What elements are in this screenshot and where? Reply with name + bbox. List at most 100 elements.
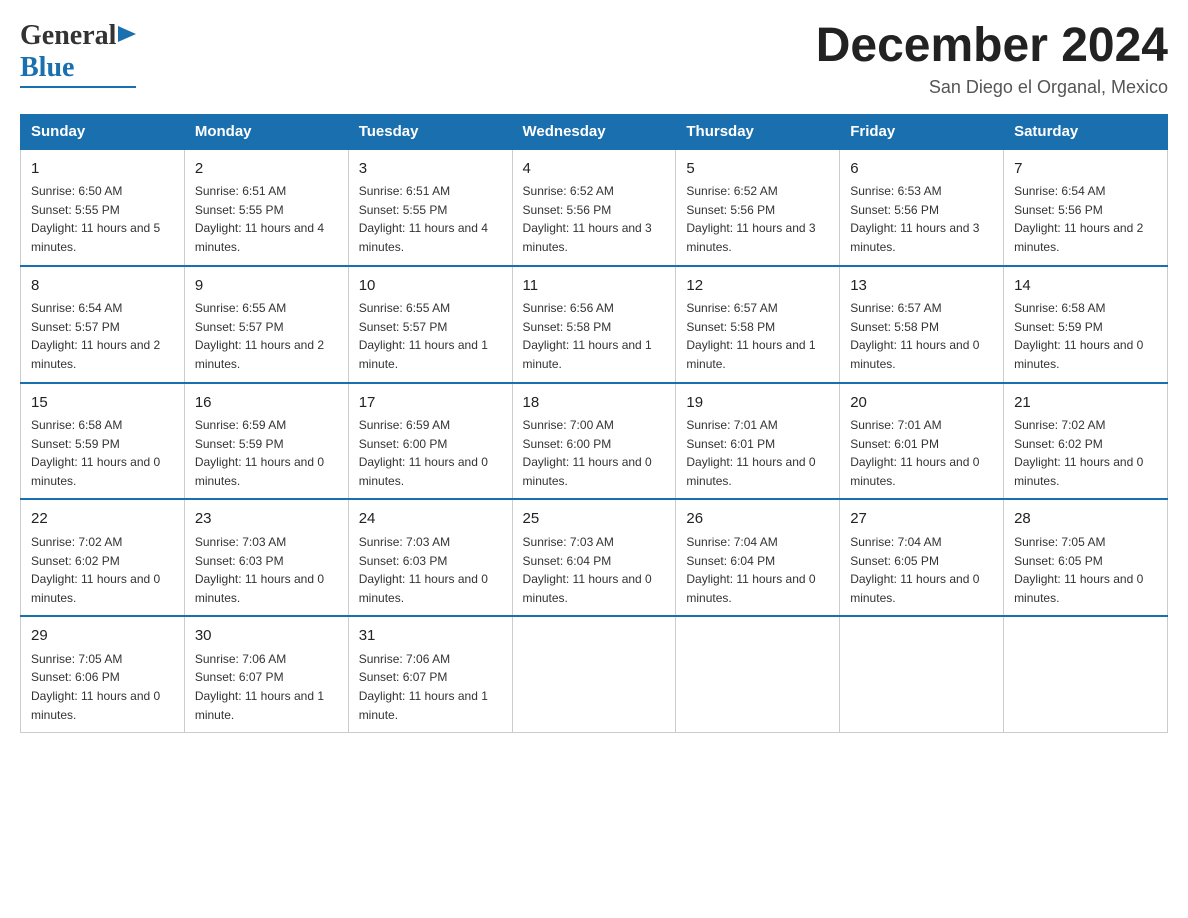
- sunset-label: Sunset: 5:57 PM: [195, 320, 284, 334]
- calendar-week-row: 15 Sunrise: 6:58 AM Sunset: 5:59 PM Dayl…: [21, 383, 1168, 500]
- calendar-day-cell: 3 Sunrise: 6:51 AM Sunset: 5:55 PM Dayli…: [348, 149, 512, 266]
- calendar-day-cell: 5 Sunrise: 6:52 AM Sunset: 5:56 PM Dayli…: [676, 149, 840, 266]
- calendar-day-cell: 18 Sunrise: 7:00 AM Sunset: 6:00 PM Dayl…: [512, 383, 676, 500]
- daylight-label: Daylight: 11 hours and 1 minute.: [523, 338, 652, 371]
- calendar-week-row: 29 Sunrise: 7:05 AM Sunset: 6:06 PM Dayl…: [21, 616, 1168, 732]
- day-number: 19: [686, 392, 829, 415]
- calendar-day-cell: 6 Sunrise: 6:53 AM Sunset: 5:56 PM Dayli…: [840, 149, 1004, 266]
- day-number: 6: [850, 158, 993, 181]
- sunset-label: Sunset: 6:02 PM: [1014, 437, 1103, 451]
- daylight-label: Daylight: 11 hours and 0 minutes.: [1014, 572, 1143, 605]
- daylight-label: Daylight: 11 hours and 2 minutes.: [31, 338, 160, 371]
- sunrise-label: Sunrise: 7:05 AM: [1014, 535, 1105, 549]
- sunset-label: Sunset: 6:01 PM: [850, 437, 939, 451]
- calendar-header-thursday: Thursday: [676, 114, 840, 149]
- sunrise-label: Sunrise: 7:04 AM: [686, 535, 777, 549]
- daylight-label: Daylight: 11 hours and 1 minute.: [195, 689, 324, 722]
- sunrise-label: Sunrise: 6:54 AM: [31, 301, 122, 315]
- day-number: 25: [523, 508, 666, 531]
- day-number: 27: [850, 508, 993, 531]
- page-header: General Blue December 2024 San Diego el …: [20, 20, 1168, 98]
- calendar-week-row: 22 Sunrise: 7:02 AM Sunset: 6:02 PM Dayl…: [21, 499, 1168, 616]
- calendar-header-tuesday: Tuesday: [348, 114, 512, 149]
- day-info: Sunrise: 7:06 AM Sunset: 6:07 PM Dayligh…: [359, 650, 502, 724]
- sunrise-label: Sunrise: 6:51 AM: [195, 184, 286, 198]
- day-info: Sunrise: 6:53 AM Sunset: 5:56 PM Dayligh…: [850, 182, 993, 256]
- day-info: Sunrise: 6:59 AM Sunset: 6:00 PM Dayligh…: [359, 416, 502, 490]
- day-number: 16: [195, 392, 338, 415]
- day-info: Sunrise: 6:59 AM Sunset: 5:59 PM Dayligh…: [195, 416, 338, 490]
- day-number: 22: [31, 508, 174, 531]
- sunset-label: Sunset: 6:03 PM: [195, 554, 284, 568]
- daylight-label: Daylight: 11 hours and 0 minutes.: [523, 572, 652, 605]
- daylight-label: Daylight: 11 hours and 0 minutes.: [850, 455, 979, 488]
- daylight-label: Daylight: 11 hours and 2 minutes.: [195, 338, 324, 371]
- title-area: December 2024 San Diego el Organal, Mexi…: [816, 20, 1168, 98]
- day-number: 8: [31, 275, 174, 298]
- logo-underline: [20, 86, 136, 88]
- logo-general: General: [20, 20, 116, 52]
- daylight-label: Daylight: 11 hours and 4 minutes.: [195, 221, 324, 254]
- calendar-header-sunday: Sunday: [21, 114, 185, 149]
- calendar-day-cell: 7 Sunrise: 6:54 AM Sunset: 5:56 PM Dayli…: [1004, 149, 1168, 266]
- calendar-day-cell: 29 Sunrise: 7:05 AM Sunset: 6:06 PM Dayl…: [21, 616, 185, 732]
- day-info: Sunrise: 7:03 AM Sunset: 6:03 PM Dayligh…: [195, 533, 338, 607]
- day-number: 3: [359, 158, 502, 181]
- day-number: 26: [686, 508, 829, 531]
- calendar-day-cell: 9 Sunrise: 6:55 AM Sunset: 5:57 PM Dayli…: [184, 266, 348, 383]
- day-number: 1: [31, 158, 174, 181]
- calendar-day-cell: 13 Sunrise: 6:57 AM Sunset: 5:58 PM Dayl…: [840, 266, 1004, 383]
- day-number: 2: [195, 158, 338, 181]
- day-info: Sunrise: 6:54 AM Sunset: 5:57 PM Dayligh…: [31, 299, 174, 373]
- calendar-day-cell: 27 Sunrise: 7:04 AM Sunset: 6:05 PM Dayl…: [840, 499, 1004, 616]
- sunset-label: Sunset: 5:59 PM: [1014, 320, 1103, 334]
- day-number: 30: [195, 625, 338, 648]
- calendar-header-wednesday: Wednesday: [512, 114, 676, 149]
- sunrise-label: Sunrise: 7:02 AM: [31, 535, 122, 549]
- sunrise-label: Sunrise: 7:05 AM: [31, 652, 122, 666]
- day-info: Sunrise: 7:02 AM Sunset: 6:02 PM Dayligh…: [1014, 416, 1157, 490]
- calendar-day-cell: 28 Sunrise: 7:05 AM Sunset: 6:05 PM Dayl…: [1004, 499, 1168, 616]
- day-number: 5: [686, 158, 829, 181]
- day-info: Sunrise: 7:02 AM Sunset: 6:02 PM Dayligh…: [31, 533, 174, 607]
- sunset-label: Sunset: 5:59 PM: [195, 437, 284, 451]
- sunset-label: Sunset: 6:02 PM: [31, 554, 120, 568]
- day-info: Sunrise: 6:58 AM Sunset: 5:59 PM Dayligh…: [1014, 299, 1157, 373]
- sunset-label: Sunset: 5:55 PM: [195, 203, 284, 217]
- calendar-day-cell: 10 Sunrise: 6:55 AM Sunset: 5:57 PM Dayl…: [348, 266, 512, 383]
- daylight-label: Daylight: 11 hours and 0 minutes.: [850, 572, 979, 605]
- calendar-day-cell: [840, 616, 1004, 732]
- calendar-day-cell: 4 Sunrise: 6:52 AM Sunset: 5:56 PM Dayli…: [512, 149, 676, 266]
- sunset-label: Sunset: 6:00 PM: [359, 437, 448, 451]
- sunrise-label: Sunrise: 7:00 AM: [523, 418, 614, 432]
- day-info: Sunrise: 7:03 AM Sunset: 6:04 PM Dayligh…: [523, 533, 666, 607]
- daylight-label: Daylight: 11 hours and 0 minutes.: [195, 572, 324, 605]
- day-info: Sunrise: 6:58 AM Sunset: 5:59 PM Dayligh…: [31, 416, 174, 490]
- calendar-day-cell: [512, 616, 676, 732]
- calendar-day-cell: [1004, 616, 1168, 732]
- logo-blue: Blue: [20, 52, 74, 84]
- sunrise-label: Sunrise: 6:56 AM: [523, 301, 614, 315]
- day-number: 28: [1014, 508, 1157, 531]
- daylight-label: Daylight: 11 hours and 0 minutes.: [359, 455, 488, 488]
- day-number: 18: [523, 392, 666, 415]
- day-info: Sunrise: 7:06 AM Sunset: 6:07 PM Dayligh…: [195, 650, 338, 724]
- sunset-label: Sunset: 5:57 PM: [31, 320, 120, 334]
- daylight-label: Daylight: 11 hours and 4 minutes.: [359, 221, 488, 254]
- calendar-day-cell: 11 Sunrise: 6:56 AM Sunset: 5:58 PM Dayl…: [512, 266, 676, 383]
- calendar-day-cell: 31 Sunrise: 7:06 AM Sunset: 6:07 PM Dayl…: [348, 616, 512, 732]
- sunrise-label: Sunrise: 6:52 AM: [686, 184, 777, 198]
- calendar-day-cell: 14 Sunrise: 6:58 AM Sunset: 5:59 PM Dayl…: [1004, 266, 1168, 383]
- calendar-day-cell: 8 Sunrise: 6:54 AM Sunset: 5:57 PM Dayli…: [21, 266, 185, 383]
- sunrise-label: Sunrise: 7:03 AM: [359, 535, 450, 549]
- day-info: Sunrise: 6:57 AM Sunset: 5:58 PM Dayligh…: [850, 299, 993, 373]
- daylight-label: Daylight: 11 hours and 2 minutes.: [1014, 221, 1143, 254]
- daylight-label: Daylight: 11 hours and 0 minutes.: [1014, 455, 1143, 488]
- calendar-day-cell: 21 Sunrise: 7:02 AM Sunset: 6:02 PM Dayl…: [1004, 383, 1168, 500]
- sunset-label: Sunset: 5:55 PM: [359, 203, 448, 217]
- sunrise-label: Sunrise: 6:55 AM: [195, 301, 286, 315]
- logo-area: General Blue: [20, 20, 136, 88]
- sunset-label: Sunset: 5:59 PM: [31, 437, 120, 451]
- day-number: 29: [31, 625, 174, 648]
- calendar-day-cell: 26 Sunrise: 7:04 AM Sunset: 6:04 PM Dayl…: [676, 499, 840, 616]
